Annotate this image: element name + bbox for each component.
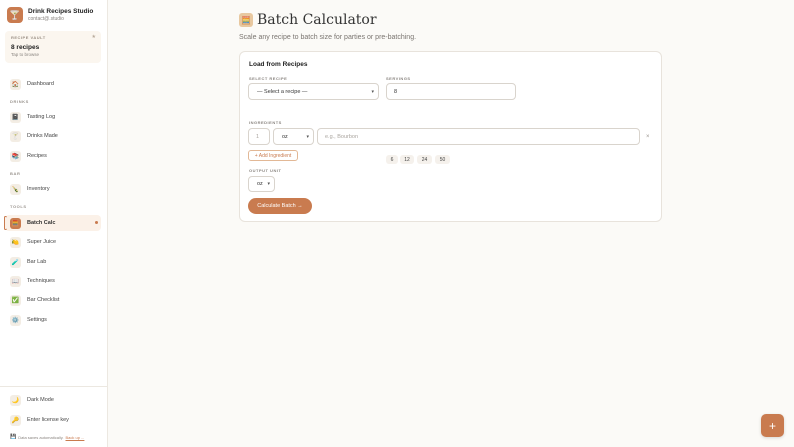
dark-mode-label: Dark Mode bbox=[27, 397, 54, 403]
sidebar-item-techniques[interactable]: 📖 Techniques bbox=[5, 273, 101, 289]
sidebar-item-label: Super Juice bbox=[27, 239, 57, 245]
sidebar-item-bar-checklist[interactable]: ✅ Bar Checklist bbox=[5, 292, 101, 308]
license-key-button[interactable]: 🔑 Enter license key bbox=[5, 412, 101, 428]
page-subtitle: Scale any recipe to batch size for parti… bbox=[239, 34, 417, 41]
license-key-label: Enter license key bbox=[27, 417, 69, 423]
chevron-down-icon: ▾ bbox=[306, 133, 309, 140]
divider bbox=[0, 386, 108, 387]
page-title-text: Batch Calculator bbox=[257, 12, 377, 28]
amount-input[interactable]: 1 bbox=[248, 128, 270, 145]
quick-servings-50[interactable]: 50 bbox=[435, 155, 450, 164]
brand[interactable]: 🍸 Drink Recipes Studio contact@.studio bbox=[7, 7, 93, 23]
bottle-icon: 🍾 bbox=[10, 183, 21, 195]
books-icon: 📚 bbox=[10, 150, 21, 162]
sidebar-item-label: Techniques bbox=[27, 278, 55, 284]
unit-select-value: oz bbox=[282, 133, 288, 140]
star-icon: ★ bbox=[91, 34, 96, 40]
add-fab-button[interactable]: + bbox=[761, 414, 784, 437]
select-recipe-label: SELECT RECIPE bbox=[249, 76, 288, 81]
section-label-bar: BAR bbox=[10, 171, 21, 176]
output-unit-select[interactable]: oz ▾ bbox=[248, 176, 275, 192]
sidebar-item-label: Settings bbox=[27, 317, 47, 323]
checkmark-icon: ✅ bbox=[10, 294, 21, 306]
quick-servings-6[interactable]: 6 bbox=[386, 155, 398, 164]
backup-link[interactable]: Back up ... bbox=[66, 435, 85, 440]
vault-hint: Tap to browse bbox=[11, 52, 40, 57]
abacus-icon: 🧮 bbox=[10, 217, 21, 229]
active-dot bbox=[95, 221, 98, 224]
sidebar-item-recipes[interactable]: 📚 Recipes bbox=[5, 148, 101, 164]
sidebar-item-label: Dashboard bbox=[27, 81, 54, 87]
moon-icon: 🌙 bbox=[10, 394, 21, 406]
autosave-text: Data saves automatically. bbox=[18, 434, 64, 440]
servings-label: SERVINGS bbox=[386, 76, 411, 81]
calculate-batch-button[interactable]: Calculate Batch → bbox=[248, 198, 312, 214]
sidebar-item-bar-lab[interactable]: 🧪 Bar Lab bbox=[5, 254, 101, 270]
output-unit-label: OUTPUT UNIT bbox=[249, 168, 282, 173]
account-email: contact@.studio bbox=[28, 16, 64, 22]
cocktail-glass-icon: 🍸 bbox=[7, 7, 23, 23]
chevron-down-icon: ▾ bbox=[267, 181, 270, 187]
unit-select[interactable]: oz ▾ bbox=[273, 128, 314, 145]
sidebar-item-super-juice[interactable]: 🍋 Super Juice bbox=[5, 234, 101, 250]
cocktail-icon: 🍸 bbox=[10, 130, 21, 142]
test-tube-icon: 🧪 bbox=[10, 256, 21, 268]
card-title: Load from Recipes bbox=[249, 61, 308, 68]
quick-servings-24[interactable]: 24 bbox=[417, 155, 432, 164]
quick-servings-12[interactable]: 12 bbox=[400, 155, 414, 164]
open-book-icon: 📖 bbox=[10, 275, 21, 287]
recipe-select-value: — Select a recipe — bbox=[257, 88, 308, 95]
ingredients-label: INGREDIENTS bbox=[249, 120, 282, 125]
sidebar-item-label: Bar Checklist bbox=[27, 297, 60, 303]
app-name: Drink Recipes Studio bbox=[28, 8, 94, 15]
sidebar-item-label: Tasting Log bbox=[27, 114, 56, 120]
sidebar-item-drinks-made[interactable]: 🍸 Drinks Made bbox=[5, 128, 101, 144]
page-title: 🧮 Batch Calculator bbox=[239, 12, 377, 28]
key-icon: 🔑 bbox=[10, 414, 21, 426]
sidebar-item-batch-calc[interactable]: 🧮 Batch Calc bbox=[4, 215, 101, 231]
lemon-icon: 🍋 bbox=[10, 236, 21, 248]
section-label-drinks: DRINKS bbox=[10, 99, 29, 104]
autosave-note: 💾 Data saves automatically. Back up ... bbox=[10, 434, 84, 440]
output-unit-value: oz bbox=[257, 181, 263, 187]
recipe-vault-card[interactable]: RECIPE VAULT ★ 8 recipes Tap to browse bbox=[5, 31, 101, 63]
servings-input[interactable]: 8 bbox=[386, 83, 516, 100]
abacus-icon: 🧮 bbox=[239, 13, 253, 27]
vault-count: 8 recipes bbox=[11, 44, 40, 51]
sidebar-item-label: Bar Lab bbox=[27, 259, 47, 265]
add-ingredient-button[interactable]: + Add Ingredient bbox=[248, 150, 298, 161]
vault-label: RECIPE VAULT bbox=[11, 35, 46, 40]
gear-icon: ⚙️ bbox=[10, 314, 21, 326]
section-label-tools: TOOLS bbox=[10, 204, 27, 209]
remove-ingredient-icon[interactable]: × bbox=[646, 134, 650, 140]
sidebar-item-label: Drinks Made bbox=[27, 133, 58, 139]
ingredient-name-input[interactable]: e.g., Bourbon bbox=[317, 128, 640, 145]
sidebar-item-label: Inventory bbox=[27, 186, 50, 192]
sidebar-item-label: Batch Calc bbox=[27, 220, 56, 226]
sidebar-item-inventory[interactable]: 🍾 Inventory bbox=[5, 181, 101, 197]
active-indicator bbox=[4, 216, 7, 230]
notebook-icon: 📓 bbox=[10, 111, 21, 123]
batch-calculator-card: Load from Recipes SELECT RECIPE — Select… bbox=[239, 51, 662, 222]
sidebar: 🍸 Drink Recipes Studio contact@.studio R… bbox=[0, 0, 108, 447]
dark-mode-toggle[interactable]: 🌙 Dark Mode bbox=[5, 392, 101, 408]
home-icon: 🏠 bbox=[10, 78, 21, 90]
sidebar-item-tasting-log[interactable]: 📓 Tasting Log bbox=[5, 109, 101, 125]
sidebar-item-settings[interactable]: ⚙️ Settings bbox=[5, 312, 101, 328]
chevron-down-icon: ▾ bbox=[371, 88, 374, 95]
sidebar-item-dashboard[interactable]: 🏠 Dashboard bbox=[5, 76, 101, 92]
sidebar-item-label: Recipes bbox=[27, 153, 47, 159]
floppy-disk-icon: 💾 bbox=[10, 434, 17, 440]
recipe-select[interactable]: — Select a recipe — ▾ bbox=[248, 83, 379, 100]
